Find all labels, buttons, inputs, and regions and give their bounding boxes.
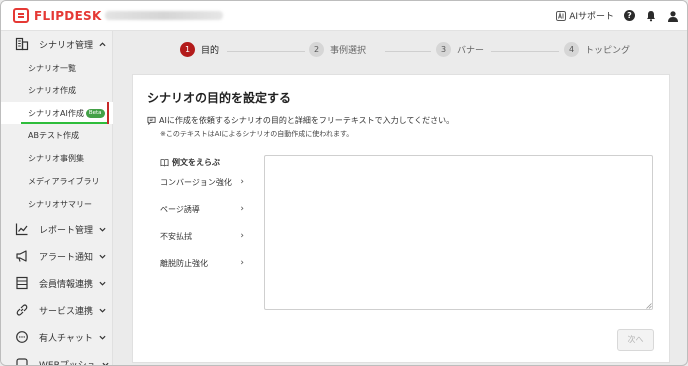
purpose-card: シナリオの目的を設定する AIに作成を依頼するシナリオの目的と詳細をフリーテキス…	[132, 74, 670, 363]
bell-icon[interactable]	[645, 10, 657, 22]
purpose-textarea[interactable]	[264, 155, 653, 310]
example-reassurance[interactable]: 不安払拭 ›	[160, 229, 244, 243]
ai-support-icon	[556, 10, 567, 21]
sidebar-group-label: レポート管理	[39, 225, 94, 236]
sidebar: シナリオ管理 シナリオ一覧 シナリオ作成 シナリオAI作成 Beta ABテスト…	[1, 31, 113, 366]
table-icon	[16, 276, 28, 290]
example-label: 離脱防止強化	[160, 258, 208, 268]
resize-grip-icon[interactable]	[645, 302, 652, 309]
chevron-down-icon	[99, 335, 106, 340]
page-title: シナリオの目的を設定する	[147, 91, 292, 105]
sidebar-item-case-studies[interactable]: シナリオ事例集	[1, 147, 113, 169]
sidebar-group-label: シナリオ管理	[39, 40, 94, 51]
help-icon[interactable]: ?	[624, 10, 635, 21]
step-connector	[385, 51, 431, 52]
step-case-selection[interactable]: 2 事例選択	[309, 42, 366, 57]
example-label: 不安払拭	[160, 231, 192, 241]
chat-icon	[147, 116, 156, 125]
sidebar-item-label: メディアライブラリ	[28, 176, 100, 186]
push-icon	[16, 358, 28, 365]
logo[interactable]: FLIPDESK	[13, 8, 102, 23]
sidebar-item-scenario-create[interactable]: シナリオ作成	[1, 79, 113, 101]
top-bar: FLIPDESK AIサポート ?	[1, 1, 687, 31]
step-number: 4	[564, 42, 579, 57]
app-window: FLIPDESK AIサポート ? シナリオ管理 シナリオ一覧 シナリオ作成 シ…	[0, 0, 688, 366]
logo-text: FLIPDESK	[34, 8, 102, 23]
sidebar-item-scenario-summary[interactable]: シナリオサマリー	[1, 193, 113, 215]
sidebar-item-scenario-list[interactable]: シナリオ一覧	[1, 57, 113, 79]
example-exit-prevention[interactable]: 離脱防止強化 ›	[160, 256, 244, 270]
sidebar-group-reports[interactable]: レポート管理	[1, 216, 113, 242]
building-icon	[15, 37, 29, 51]
step-number: 3	[436, 42, 451, 57]
sidebar-item-ab-test[interactable]: ABテスト作成	[1, 124, 113, 146]
user-icon[interactable]	[667, 10, 679, 22]
step-label: 事例選択	[330, 46, 367, 56]
beta-badge: Beta	[85, 108, 105, 118]
example-page-guide[interactable]: ページ誘導 ›	[160, 202, 244, 216]
description-text: AIに作成を依頼するシナリオの目的と詳細をフリーテキストで入力してください。	[159, 116, 455, 125]
chevron-down-icon	[99, 254, 106, 259]
note-text: ※このテキストはAIによるシナリオの自動作成に使われます。	[160, 130, 354, 138]
sidebar-group-label: サービス連携	[39, 306, 94, 317]
sidebar-item-scenario-ai-create[interactable]: シナリオAI作成 Beta	[1, 102, 113, 124]
active-indicator	[107, 102, 109, 124]
sidebar-group-member-info[interactable]: 会員情報連携	[1, 270, 113, 296]
sidebar-group-label: 有人チャット	[39, 333, 93, 344]
chevron-down-icon	[99, 281, 106, 286]
sidebar-item-label: シナリオ作成	[28, 85, 76, 95]
sidebar-item-label: シナリオサマリー	[28, 199, 92, 209]
chevron-right-icon: ›	[240, 258, 244, 268]
chevron-right-icon: ›	[240, 177, 244, 187]
sidebar-group-label: アラート通知	[39, 252, 94, 263]
chevron-down-icon	[102, 362, 109, 365]
ai-support-label: AIサポート	[569, 12, 614, 22]
sidebar-item-media-library[interactable]: メディアライブラリ	[1, 170, 113, 192]
chat-bubble-icon	[16, 331, 28, 343]
chevron-right-icon: ›	[240, 204, 244, 214]
link-icon	[16, 304, 28, 316]
sidebar-item-label: シナリオAI作成	[28, 108, 84, 118]
chart-line-icon	[15, 223, 28, 236]
flipdesk-logo-icon	[13, 8, 29, 23]
chevron-up-icon	[99, 41, 106, 46]
step-purpose[interactable]: 1 目的	[180, 42, 219, 57]
step-connector	[491, 51, 559, 52]
example-label: コンバージョン強化	[160, 177, 232, 187]
ai-support-link[interactable]: AIサポート	[556, 9, 614, 22]
step-label: バナー	[457, 46, 485, 56]
step-connector	[227, 51, 305, 52]
sidebar-group-alerts[interactable]: アラート通知	[1, 243, 113, 269]
progress-stepper: 1 目的 2 事例選択 3 バナー 4 トッピング	[113, 31, 687, 71]
step-number: 2	[309, 42, 324, 57]
sidebar-item-label: シナリオ一覧	[28, 63, 76, 73]
sidebar-group-live-chat[interactable]: 有人チャット	[1, 324, 113, 350]
book-icon	[160, 159, 169, 167]
account-name-blurred	[105, 11, 223, 20]
sidebar-group-scenario[interactable]: シナリオ管理	[1, 31, 113, 57]
step-label: トッピング	[585, 46, 631, 56]
next-button[interactable]: 次へ	[617, 329, 654, 351]
chevron-down-icon	[99, 227, 106, 232]
step-number: 1	[180, 42, 195, 57]
megaphone-icon	[16, 250, 27, 262]
sidebar-group-label: 会員情報連携	[39, 279, 94, 290]
description: AIに作成を依頼するシナリオの目的と詳細をフリーテキストで入力してください。	[147, 115, 454, 126]
sidebar-item-label: ABテスト作成	[28, 130, 79, 140]
sidebar-group-service[interactable]: サービス連携	[1, 297, 113, 323]
chevron-down-icon	[99, 308, 106, 313]
sidebar-group-label: WEBプッシュ	[39, 360, 96, 366]
step-banner[interactable]: 3 バナー	[436, 42, 484, 57]
sidebar-group-web-push[interactable]: WEBプッシュ	[1, 351, 113, 366]
chevron-right-icon: ›	[240, 231, 244, 241]
step-label: 目的	[201, 46, 220, 56]
examples-heading-label: 例文をえらぶ	[172, 158, 220, 167]
example-conversion[interactable]: コンバージョン強化 ›	[160, 175, 244, 189]
sidebar-item-label: シナリオ事例集	[28, 153, 84, 163]
step-topping[interactable]: 4 トッピング	[564, 42, 630, 57]
examples-heading: 例文をえらぶ	[160, 157, 220, 168]
example-label: ページ誘導	[160, 204, 200, 214]
